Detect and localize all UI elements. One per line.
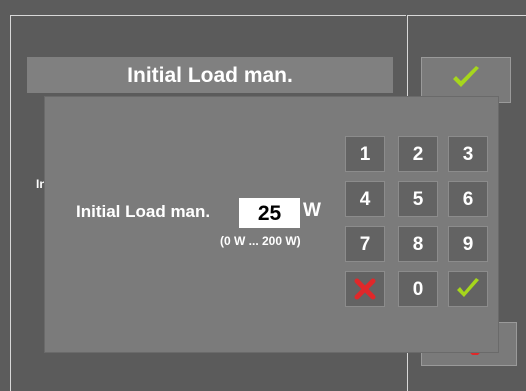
key-1[interactable]: 1 [345, 136, 385, 172]
key-9[interactable]: 9 [448, 226, 488, 262]
key-6[interactable]: 6 [448, 181, 488, 217]
ok-key[interactable] [448, 271, 488, 307]
field-label: Initial Load man. [76, 202, 211, 221]
key-5[interactable]: 5 [398, 181, 438, 217]
value-field[interactable]: 25 [239, 198, 300, 228]
check-icon [451, 65, 481, 96]
background-title: Initial Load man. [27, 57, 393, 93]
cancel-key[interactable] [345, 271, 385, 307]
key-4[interactable]: 4 [345, 181, 385, 217]
key-2[interactable]: 2 [398, 136, 438, 172]
check-icon [449, 277, 487, 301]
screen: Initial Load man. In Initial Load man. 2… [0, 0, 526, 391]
key-8[interactable]: 8 [398, 226, 438, 262]
key-3[interactable]: 3 [448, 136, 488, 172]
numeric-input-dialog: Initial Load man. 25 W (0 W ... 200 W) 1… [45, 97, 498, 352]
cross-icon [346, 277, 384, 301]
range-hint: (0 W ... 200 W) [220, 234, 301, 248]
unit-label: W [303, 200, 321, 221]
key-0[interactable]: 0 [398, 271, 438, 307]
key-7[interactable]: 7 [345, 226, 385, 262]
